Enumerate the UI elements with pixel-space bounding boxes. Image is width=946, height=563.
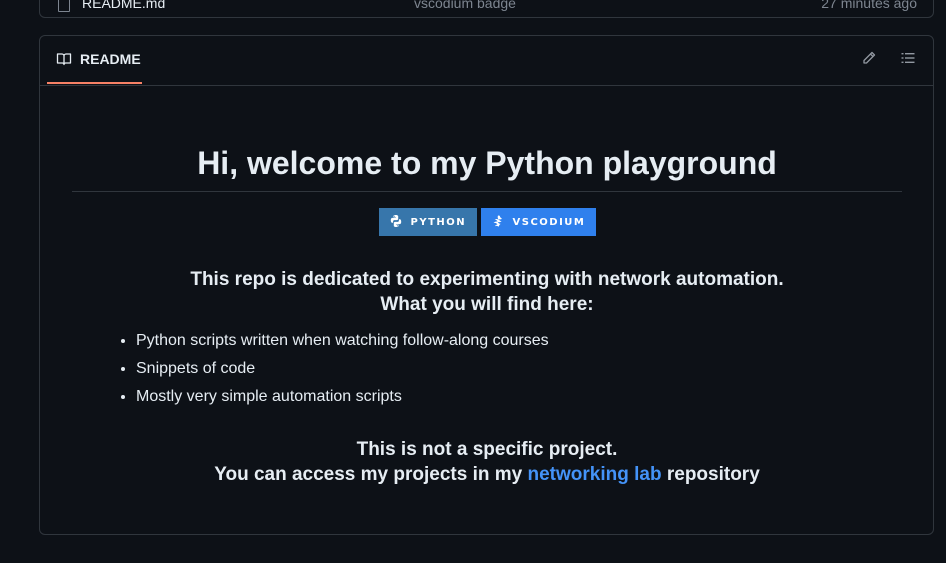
intro-text: This repo is dedicated to experimenting … bbox=[72, 267, 902, 317]
python-icon bbox=[389, 214, 403, 231]
readme-title: Hi, welcome to my Python playground bbox=[72, 143, 902, 192]
outro-line-2: You can access my projects in my network… bbox=[72, 462, 902, 487]
vscodium-badge[interactable]: VSCODIUM bbox=[480, 208, 596, 236]
intro-line-1: This repo is dedicated to experimenting … bbox=[190, 269, 784, 290]
badge-row: PYTHON VSCODIUM bbox=[72, 208, 902, 236]
python-badge[interactable]: PYTHON bbox=[378, 208, 477, 236]
pencil-icon bbox=[861, 50, 877, 71]
list-item: Snippets of code bbox=[136, 359, 549, 379]
tab-readme[interactable]: README bbox=[47, 36, 142, 84]
outro-text-after: repository bbox=[661, 464, 760, 485]
list-icon bbox=[900, 50, 916, 71]
list-item: Mostly very simple automation scripts bbox=[136, 387, 549, 407]
file-row[interactable]: README.md vscodium badge 27 minutes ago bbox=[39, 0, 934, 18]
list-item: Python scripts written when watching fol… bbox=[136, 331, 549, 351]
python-badge-label: PYTHON bbox=[410, 216, 467, 228]
commit-time: 27 minutes ago bbox=[821, 0, 917, 11]
outro-line-1: This is not a specific project. bbox=[356, 439, 618, 460]
vscodium-badge-label: VSCODIUM bbox=[512, 216, 586, 228]
file-name-link[interactable]: README.md bbox=[82, 0, 165, 11]
file-icon bbox=[58, 0, 70, 12]
outro-text-before: You can access my projects in my bbox=[214, 464, 528, 485]
edit-file-button[interactable] bbox=[859, 50, 879, 70]
readme-header: README bbox=[40, 36, 933, 86]
book-icon bbox=[56, 51, 72, 67]
networking-lab-link[interactable]: networking lab bbox=[528, 464, 662, 485]
tab-readme-label: README bbox=[80, 51, 141, 67]
feature-list: Python scripts written when watching fol… bbox=[104, 331, 549, 415]
outro-text: This is not a specific project. You can … bbox=[72, 437, 902, 487]
outline-button[interactable] bbox=[898, 50, 918, 70]
vscodium-icon bbox=[491, 214, 505, 231]
commit-message-link[interactable]: vscodium badge bbox=[414, 0, 516, 11]
readme-panel: README Hi, welcome to my Python playgrou… bbox=[39, 35, 934, 535]
intro-line-2: What you will find here: bbox=[380, 294, 594, 315]
